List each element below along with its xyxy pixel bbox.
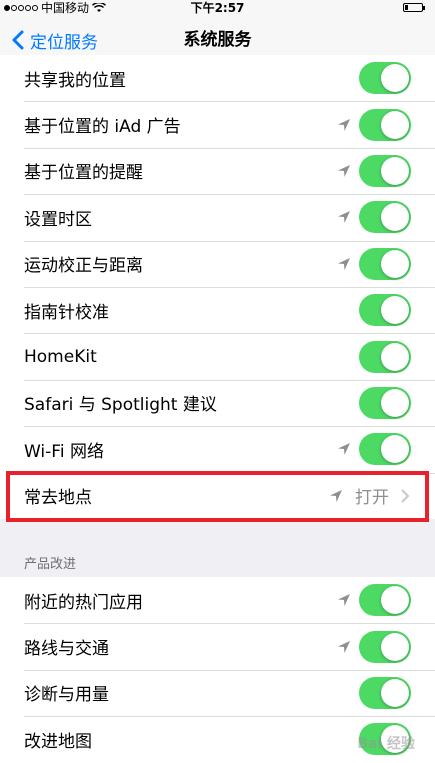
- status-bar: 中国移动 下午2:57: [0, 0, 435, 16]
- list-item-label: Wi-Fi 网络: [24, 441, 104, 462]
- toggle-switch[interactable]: [359, 62, 411, 95]
- toggle-switch[interactable]: [359, 676, 411, 709]
- list-item: 指南针校准: [0, 286, 435, 333]
- toggle-switch[interactable]: [359, 340, 411, 373]
- list-item: 运动校正与距离: [0, 240, 435, 287]
- list-item-label: 基于位置的提醒: [24, 163, 143, 184]
- location-arrow-icon: [338, 211, 350, 224]
- toggle-switch[interactable]: [359, 630, 411, 663]
- chevron-right-icon: [401, 488, 409, 503]
- location-arrow-icon: [338, 164, 350, 177]
- list-item: 基于位置的提醒: [0, 147, 435, 194]
- list-item-label: 附近的热门应用: [24, 592, 143, 613]
- toggle-switch[interactable]: [359, 154, 411, 187]
- list-item: HomeKit: [0, 333, 435, 379]
- location-arrow-icon: [330, 489, 342, 502]
- list-item-label: 改进地图: [24, 731, 92, 752]
- toggle-switch[interactable]: [359, 294, 411, 327]
- location-arrow-icon: [338, 118, 350, 131]
- toggle-switch[interactable]: [359, 386, 411, 419]
- list-item: 设置时区: [0, 194, 435, 240]
- list-item: 基于位置的 iAd 广告: [0, 101, 435, 147]
- location-arrow-icon: [338, 594, 350, 607]
- list-item: 共享我的位置: [0, 55, 435, 101]
- toggle-switch[interactable]: [359, 433, 411, 466]
- toggle-switch[interactable]: [359, 108, 411, 141]
- list-item-label: 运动校正与距离: [24, 256, 143, 277]
- status-value: 打开: [329, 473, 409, 519]
- list-item-label: 共享我的位置: [24, 70, 126, 91]
- watermark: Bai 经验: [357, 736, 415, 752]
- list-item-label: 设置时区: [24, 209, 92, 230]
- list-item-label: Safari 与 Spotlight 建议: [24, 395, 217, 416]
- location-arrow-icon: [338, 257, 350, 270]
- system-services-list: 共享我的位置 基于位置的 iAd 广告 基于位置的提醒 设置时区 运动校正与距离…: [0, 55, 435, 519]
- frequent-locations-row[interactable]: 常去地点 打开: [0, 472, 435, 519]
- list-item-label: 指南针校准: [24, 302, 109, 323]
- list-item-label: 常去地点: [24, 488, 92, 509]
- list-item: 附近的热门应用: [0, 577, 435, 623]
- list-item: 诊断与用量: [0, 669, 435, 716]
- list-item: 路线与交通: [0, 623, 435, 669]
- list-item-label: 诊断与用量: [24, 685, 109, 706]
- list-item-label: 路线与交通: [24, 639, 109, 660]
- list-item: Wi-Fi 网络: [0, 426, 435, 472]
- location-arrow-icon: [338, 640, 350, 653]
- toggle-switch[interactable]: [359, 247, 411, 280]
- battery-icon: [403, 3, 425, 12]
- list-item-label: 基于位置的 iAd 广告: [24, 117, 181, 138]
- status-time: 下午2:57: [190, 1, 245, 15]
- toggle-switch[interactable]: [359, 201, 411, 234]
- list-item: Safari 与 Spotlight 建议: [0, 379, 435, 426]
- section-header: 产品改进: [24, 557, 77, 572]
- toggle-switch[interactable]: [359, 584, 411, 617]
- list-item-label: HomeKit: [24, 346, 97, 367]
- status-text: 打开: [355, 488, 389, 509]
- location-arrow-icon: [338, 443, 350, 456]
